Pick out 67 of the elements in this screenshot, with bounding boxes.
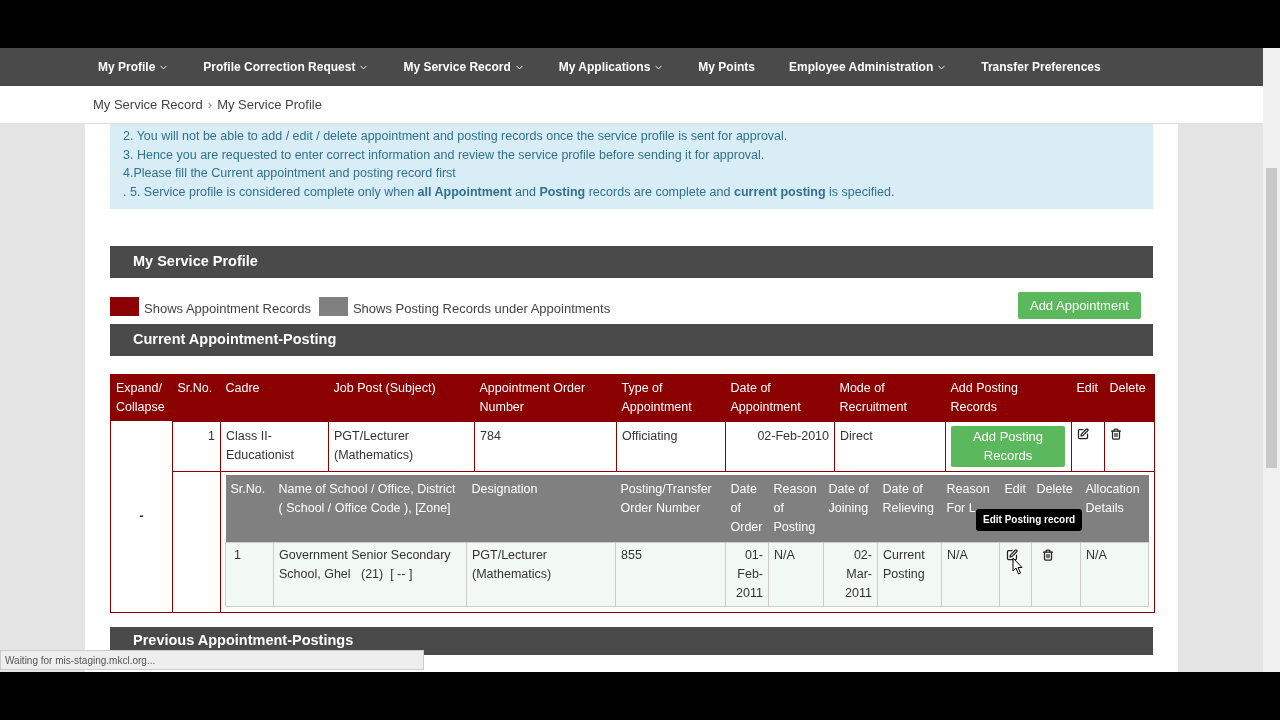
table-cell: N/A xyxy=(941,542,1000,607)
mouse-pointer-icon xyxy=(1012,556,1023,575)
notice-line: 2. You will not be able to add / edit / delete appointment and posting records once the service profile is sent for approval. xyxy=(123,128,789,145)
column-header: Cadre xyxy=(220,374,329,422)
breadcrumb-separator: › xyxy=(207,95,213,114)
column-header: Add Posting Records xyxy=(945,374,1072,422)
column-header: Date of Relieving xyxy=(882,481,934,515)
table-cell: Current Posting xyxy=(877,542,942,607)
section-header: My Service Profile xyxy=(110,245,1153,278)
legend-label: Shows Posting Records under Appointments xyxy=(352,300,611,319)
table-cell: 01-Feb-2011 xyxy=(725,542,769,607)
notice-line: 3. Hence you are requested to enter correct information and review the service profile before sending it for approval. xyxy=(123,146,766,164)
status-bar: Waiting for mis-staging.mkcl.org... xyxy=(0,650,424,670)
nav-menu-item[interactable]: My Points xyxy=(698,58,756,76)
column-header: Posting/Transfer Order Number xyxy=(620,481,712,515)
table-cell[interactable]: - xyxy=(110,421,173,613)
table-cell: Class II-Educationist xyxy=(220,421,329,472)
table-cell: 1 xyxy=(225,542,274,607)
column-header: Date of Appointment xyxy=(725,374,835,422)
column-header: Sr.No. xyxy=(172,374,221,422)
legend-label: Shows Appointment Records xyxy=(144,300,311,319)
column-header: Appointment Order Number xyxy=(474,374,617,422)
column-header: Delete xyxy=(1104,374,1155,422)
table-cell: 784 xyxy=(474,421,617,472)
notice-line: . 5. Service profile is considered complete only when all Appointment and Posting records are complete and current posting is specified. xyxy=(123,184,896,202)
column-header: Expand/ Collapse xyxy=(110,374,173,422)
nav-menu-item[interactable]: My Service Record xyxy=(403,58,525,76)
edit-icon[interactable] xyxy=(1077,427,1089,440)
nav-menu-item[interactable]: Transfer Preferences xyxy=(981,58,1101,76)
column-header: Designation xyxy=(471,481,538,496)
tooltip: Edit Posting record xyxy=(976,508,1083,531)
notice-line: 4.Please fill the Current appointment and posting record first xyxy=(123,165,457,183)
nav-menu-item[interactable]: Employee Administration xyxy=(789,58,948,76)
column-header: Type of Appointment xyxy=(616,374,726,422)
nav-menu-item[interactable]: My Profile xyxy=(98,58,170,76)
section-header: Previous Appointment-Postings xyxy=(110,626,1153,655)
table-cell: Officiating xyxy=(616,421,726,472)
table-cell: 02-Mar-2011 xyxy=(823,542,878,607)
column-header: Job Post (Subject) xyxy=(328,374,475,422)
column-header: Name of School / Office, District ( School / Office Code ), [Zone] xyxy=(278,481,456,515)
column-header: Allocation Details xyxy=(1085,481,1140,515)
table-cell: 855 xyxy=(615,542,726,607)
column-header: Date of Order xyxy=(730,481,763,534)
table-cell: 02-Feb-2010 xyxy=(725,421,835,472)
table-cell: N/A xyxy=(768,542,824,607)
column-header: Sr.No. xyxy=(230,481,266,496)
column-header: Date of Joining xyxy=(828,481,869,515)
table-cell: 1 xyxy=(172,421,221,472)
section-header: Current Appointment-Posting xyxy=(110,323,1153,356)
table-cell: N/A xyxy=(1080,542,1149,607)
column-header: Delete xyxy=(1036,481,1073,496)
scrollbar[interactable] xyxy=(1263,48,1280,672)
column-header: Mode of Recruitment xyxy=(834,374,946,422)
table-cell: Direct xyxy=(834,421,946,472)
nav-menu-item[interactable]: My Applications xyxy=(558,58,665,76)
breadcrumb-link[interactable]: My Service Profile xyxy=(217,94,322,115)
column-header: Edit xyxy=(1071,374,1105,422)
breadcrumb-link[interactable]: My Service Record xyxy=(93,94,203,115)
trash-icon[interactable] xyxy=(1110,427,1122,440)
column-header: Edit xyxy=(1004,481,1027,496)
edit-icon[interactable] xyxy=(1006,548,1018,561)
table-cell: Government Senior Secondary School, Ghel (21) [ -- ] xyxy=(273,542,467,607)
table-cell: PGT/Lecturer (Mathematics) xyxy=(328,421,475,472)
table-cell: PGT/Lecturer (Mathematics) xyxy=(466,542,616,607)
trash-icon[interactable] xyxy=(1042,548,1054,561)
nav-menu-item[interactable]: Profile Correction Request xyxy=(203,58,370,76)
column-header: Reason of Posting xyxy=(773,481,817,534)
